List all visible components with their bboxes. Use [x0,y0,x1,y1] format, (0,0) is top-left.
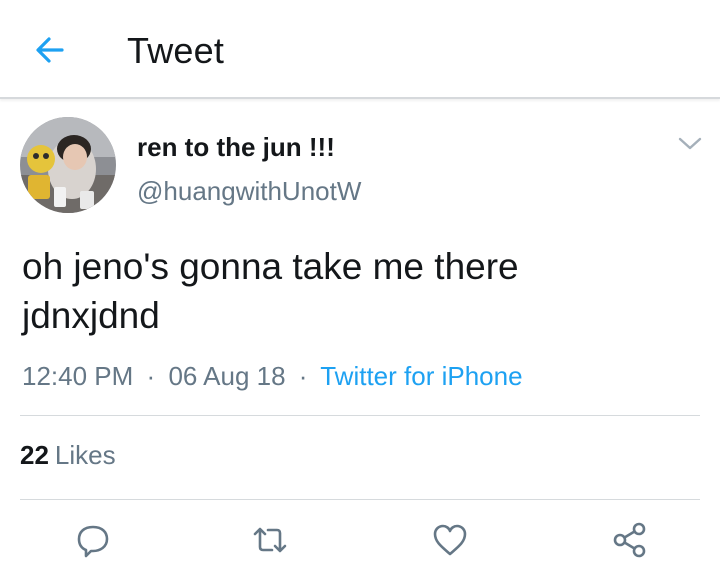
divider [20,499,700,500]
divider [20,415,700,416]
arrow-left-icon [36,37,64,63]
tweet-meta: 12:40 PM · 06 Aug 18 · Twitter for iPhon… [22,361,523,392]
tweet-source-link[interactable]: Twitter for iPhone [320,361,522,391]
separator: · [146,361,156,391]
retweet-icon [253,527,287,553]
heart-icon [433,524,467,556]
tweet-text: oh jeno's gonna take me there jdnxjdnd [22,242,702,340]
display-name[interactable]: ren to the jun !!! [137,132,335,163]
avatar[interactable] [20,117,116,213]
tweet-date: 06 Aug 18 [168,361,286,391]
likes-row[interactable]: 22 Likes [20,440,116,471]
more-options-button[interactable] [676,134,704,154]
chevron-down-icon [678,137,702,150]
app-header: Tweet [0,0,720,99]
page-title: Tweet [127,30,225,71]
share-icon [613,522,646,558]
retweet-button[interactable] [250,520,290,560]
likes-count: 22 [20,440,49,470]
reply-icon [77,525,109,558]
like-button[interactable] [430,520,470,560]
reply-button[interactable] [73,520,113,560]
tweet-text-line: oh jeno's gonna take me there [22,246,519,287]
user-handle[interactable]: @huangwithUnotW [137,176,361,207]
share-button[interactable] [610,520,650,560]
tweet-time: 12:40 PM [22,361,134,391]
likes-label: Likes [54,440,116,470]
separator: · [298,361,308,391]
tweet-text-line: jdnxjdnd [22,295,160,336]
back-button[interactable] [30,30,70,70]
